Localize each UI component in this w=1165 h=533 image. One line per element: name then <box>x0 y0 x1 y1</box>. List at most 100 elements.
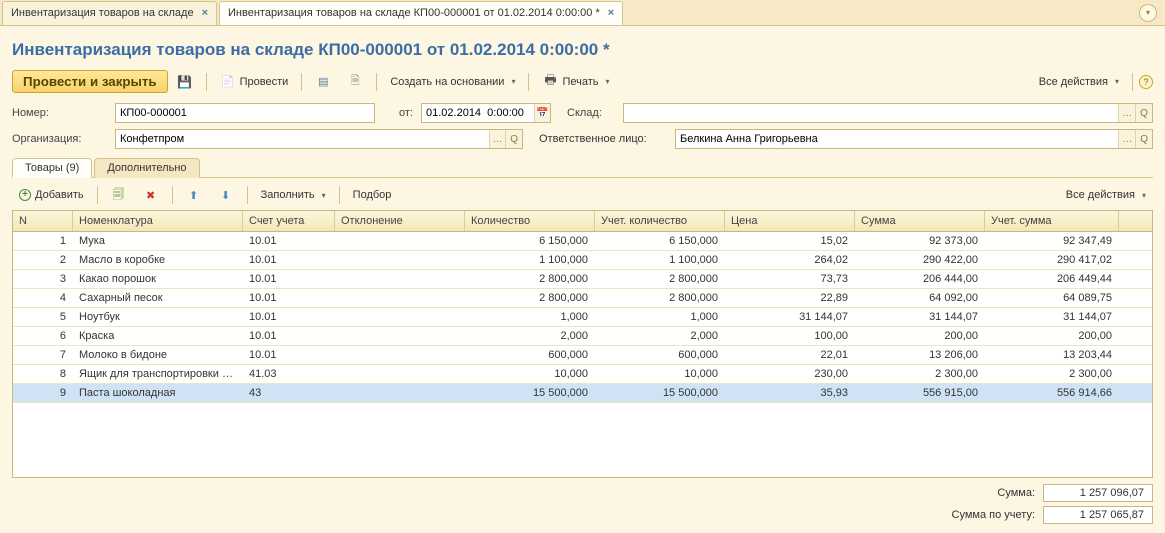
from-label: от: <box>383 107 413 119</box>
cell-deviation <box>335 258 465 262</box>
select-icon[interactable]: … <box>1118 130 1135 148</box>
cell-n: 7 <box>13 347 73 363</box>
tab-goods[interactable]: Товары (9) <box>12 158 92 178</box>
total-sum-label: Сумма: <box>997 487 1035 499</box>
date-field[interactable]: 📅 <box>421 103 551 123</box>
cell-account: 10.01 <box>243 233 335 249</box>
col-acc-qty[interactable]: Учет. количество <box>595 211 725 231</box>
expand-menu-button[interactable]: ▾ <box>1139 4 1157 22</box>
cell-name: Молоко в бидоне <box>73 347 243 363</box>
cell-acc-sum: 2 300,00 <box>985 366 1119 382</box>
fill-button[interactable]: Заполнить <box>254 186 333 204</box>
close-icon[interactable]: × <box>608 7 614 19</box>
col-price[interactable]: Цена <box>725 211 855 231</box>
grid-body[interactable]: 1Мука10.016 150,0006 150,00015,0292 373,… <box>13 232 1152 477</box>
post-button[interactable]: Провести <box>213 71 296 93</box>
cell-n: 1 <box>13 233 73 249</box>
cell-acc-sum: 13 203,44 <box>985 347 1119 363</box>
cell-sum: 2 300,00 <box>855 366 985 382</box>
cell-price: 73,73 <box>725 271 855 287</box>
file-button[interactable] <box>340 71 370 93</box>
pick-button[interactable]: Подбор <box>346 186 399 204</box>
movements-button[interactable] <box>308 71 338 93</box>
cell-acc-sum: 200,00 <box>985 328 1119 344</box>
cell-name: Ящик для транспортировки п... <box>73 366 243 382</box>
number-input[interactable] <box>116 107 374 119</box>
fill-label: Заполнить <box>261 189 315 201</box>
resp-input[interactable] <box>676 133 1118 145</box>
total-acc-sum-label: Сумма по учету: <box>952 509 1035 521</box>
col-n[interactable]: N <box>13 211 73 231</box>
cell-sum: 64 092,00 <box>855 290 985 306</box>
resp-field[interactable]: … Q <box>675 129 1153 149</box>
calendar-icon[interactable]: 📅 <box>534 104 550 122</box>
table-row[interactable]: 7Молоко в бидоне10.01600,000600,00022,01… <box>13 346 1152 365</box>
cell-acc-qty: 1,000 <box>595 309 725 325</box>
cell-price: 100,00 <box>725 328 855 344</box>
add-row-button[interactable]: Добавить <box>12 186 91 204</box>
cell-price: 35,93 <box>725 385 855 401</box>
create-based-on-button[interactable]: Создать на основании <box>383 73 522 91</box>
select-icon[interactable]: … <box>1118 104 1135 122</box>
table-row[interactable]: 8Ящик для транспортировки п...41.0310,00… <box>13 365 1152 384</box>
cell-sum: 290 422,00 <box>855 252 985 268</box>
copy-row-button[interactable] <box>104 184 134 206</box>
help-icon[interactable]: ? <box>1139 75 1153 89</box>
org-input[interactable] <box>116 133 489 145</box>
cell-qty: 10,000 <box>465 366 595 382</box>
number-field[interactable] <box>115 103 375 123</box>
table-row[interactable]: 2Масло в коробке10.011 100,0001 100,0002… <box>13 251 1152 270</box>
table-row[interactable]: 4Сахарный песок10.012 800,0002 800,00022… <box>13 289 1152 308</box>
cell-n: 6 <box>13 328 73 344</box>
warehouse-input[interactable] <box>624 107 1118 119</box>
print-icon <box>542 74 558 90</box>
move-up-button[interactable] <box>179 184 209 206</box>
col-acc-sum[interactable]: Учет. сумма <box>985 211 1119 231</box>
open-icon[interactable]: Q <box>1135 130 1152 148</box>
cell-price: 230,00 <box>725 366 855 382</box>
tab-extra[interactable]: Дополнительно <box>94 158 199 178</box>
date-input[interactable] <box>422 107 534 119</box>
arrow-down-icon <box>218 187 234 203</box>
open-icon[interactable]: Q <box>1135 104 1152 122</box>
cell-acc-qty: 600,000 <box>595 347 725 363</box>
save-icon <box>177 74 193 90</box>
post-and-close-button[interactable]: Провести и закрыть <box>12 70 168 93</box>
col-deviation[interactable]: Отклонение <box>335 211 465 231</box>
col-name[interactable]: Номенклатура <box>73 211 243 231</box>
tab-inventory-doc[interactable]: Инвентаризация товаров на складе КП00-00… <box>219 1 623 25</box>
open-icon[interactable]: Q <box>505 130 522 148</box>
grid-all-actions-button[interactable]: Все действия <box>1059 186 1153 204</box>
table-row[interactable]: 1Мука10.016 150,0006 150,00015,0292 373,… <box>13 232 1152 251</box>
table-row[interactable]: 5Ноутбук10.011,0001,00031 144,0731 144,0… <box>13 308 1152 327</box>
window-tabs: Инвентаризация товаров на складе × Инвен… <box>0 0 1165 26</box>
save-button[interactable] <box>170 71 200 93</box>
cell-acc-qty: 2 800,000 <box>595 290 725 306</box>
table-row[interactable]: 3Какао порошок10.012 800,0002 800,00073,… <box>13 270 1152 289</box>
move-down-button[interactable] <box>211 184 241 206</box>
delete-row-button[interactable] <box>136 184 166 206</box>
cell-sum: 206 444,00 <box>855 271 985 287</box>
warehouse-field[interactable]: … Q <box>623 103 1153 123</box>
close-icon[interactable]: × <box>202 7 208 19</box>
cell-price: 22,89 <box>725 290 855 306</box>
all-actions-button[interactable]: Все действия <box>1032 73 1126 91</box>
delete-icon <box>143 187 159 203</box>
copy-icon <box>111 187 127 203</box>
cell-account: 10.01 <box>243 271 335 287</box>
tab-inventory-list[interactable]: Инвентаризация товаров на складе × <box>2 1 217 25</box>
cell-sum: 556 915,00 <box>855 385 985 401</box>
col-qty[interactable]: Количество <box>465 211 595 231</box>
table-row[interactable]: 6Краска10.012,0002,000100,00200,00200,00 <box>13 327 1152 346</box>
cell-name: Какао порошок <box>73 271 243 287</box>
cell-qty: 2,000 <box>465 328 595 344</box>
cell-acc-sum: 64 089,75 <box>985 290 1119 306</box>
select-icon[interactable]: … <box>489 130 506 148</box>
col-account[interactable]: Счет учета <box>243 211 335 231</box>
cell-acc-sum: 31 144,07 <box>985 309 1119 325</box>
print-button[interactable]: Печать <box>535 71 616 93</box>
col-sum[interactable]: Сумма <box>855 211 985 231</box>
table-row[interactable]: 9Паста шоколадная4315 500,00015 500,0003… <box>13 384 1152 403</box>
cell-price: 31 144,07 <box>725 309 855 325</box>
org-field[interactable]: … Q <box>115 129 523 149</box>
